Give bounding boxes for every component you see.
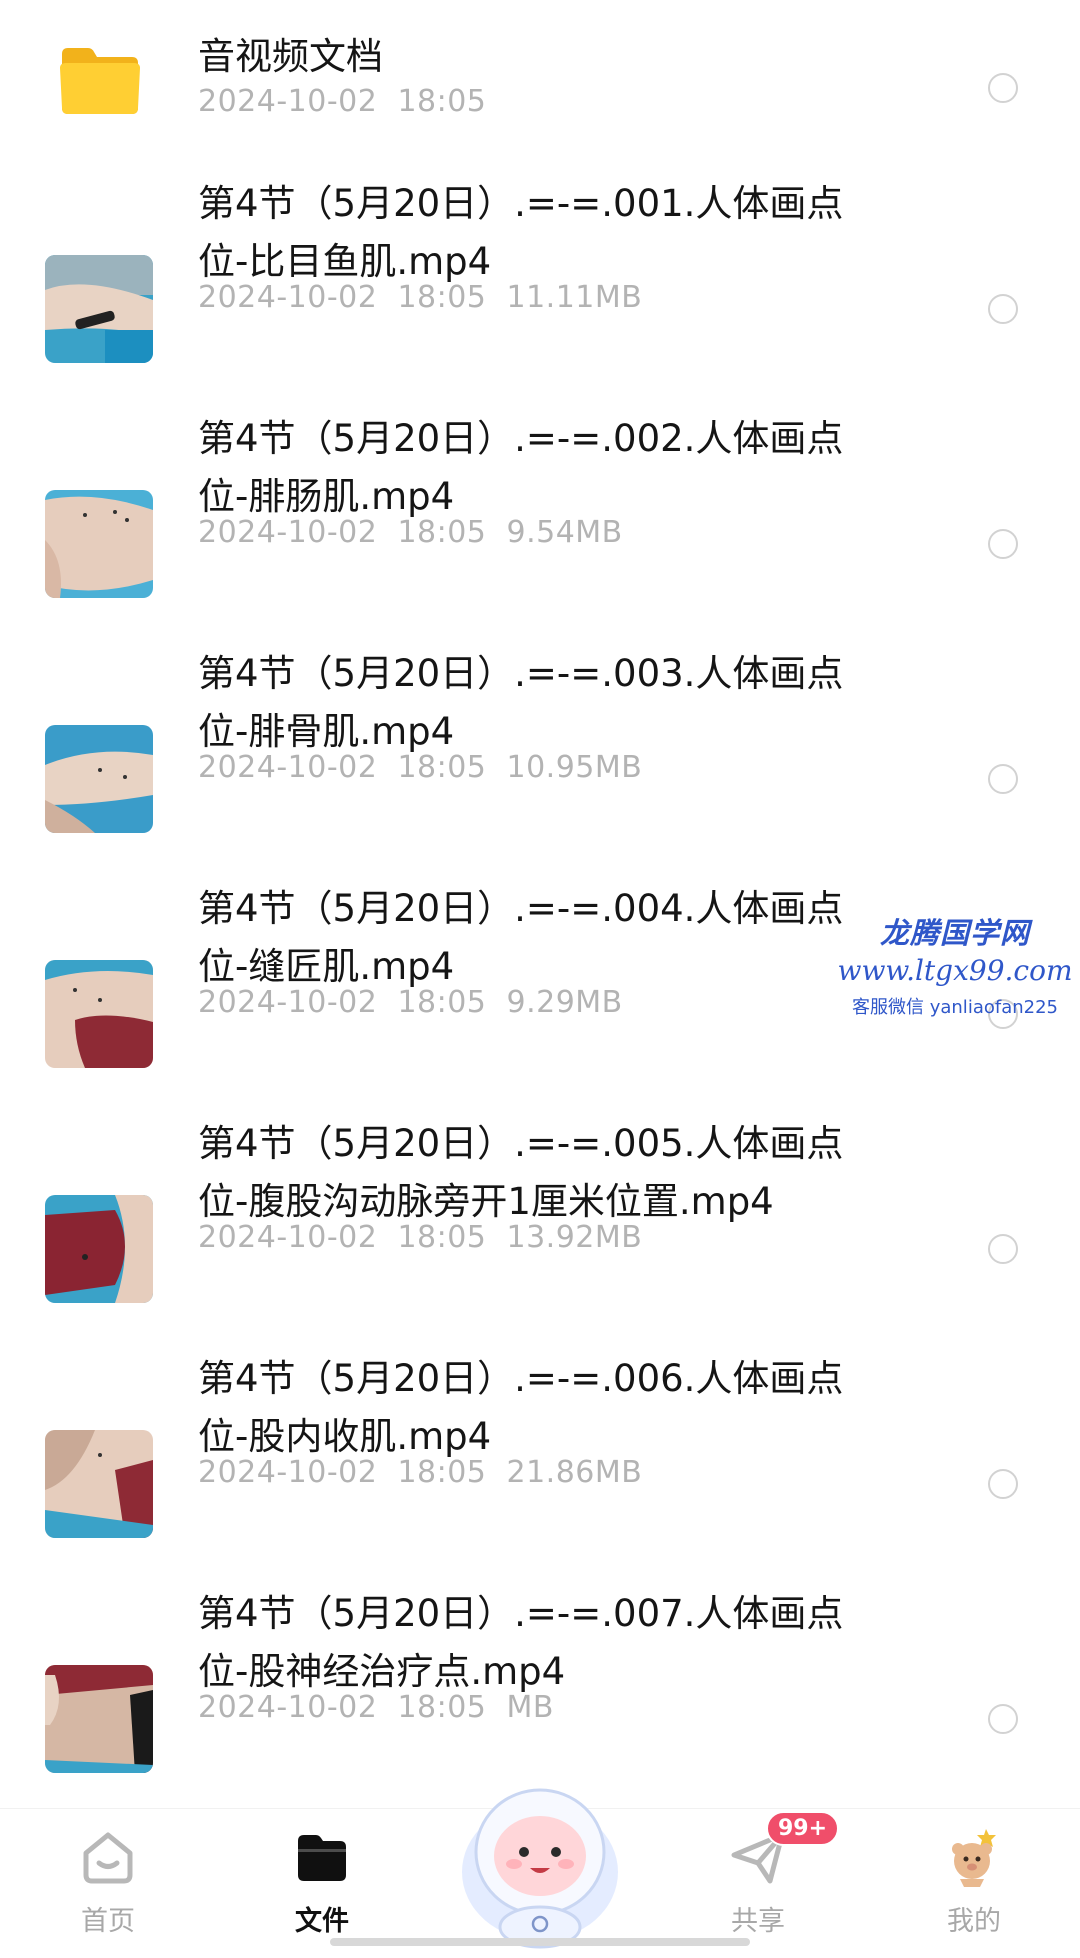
file-date: 2024-10-02: [198, 515, 378, 550]
select-radio[interactable]: [988, 73, 1018, 103]
list-item-file[interactable]: 第4节（5月20日）.=-=.003.人体画点位-腓骨肌.mp4 2024-10…: [0, 645, 1080, 835]
file-time: 18:05: [397, 1220, 487, 1255]
select-radio[interactable]: [988, 1234, 1018, 1264]
file-time: 18:05: [397, 84, 487, 119]
file-meta: 2024-10-02 18:05 11.11MB: [198, 280, 642, 315]
file-name: 第4节（5月20日）.=-=.005.人体画点位-腹股沟动脉旁开1厘米位置.mp…: [198, 1122, 844, 1223]
list-item-file[interactable]: 第4节（5月20日）.=-=.006.人体画点位-股内收肌.mp4 2024-1…: [0, 1350, 1080, 1540]
video-thumbnail: [45, 960, 153, 1068]
list-item-file[interactable]: 第4节（5月20日）.=-=.001.人体画点位-比目鱼肌.mp4 2024-1…: [0, 175, 1080, 365]
file-meta: 2024-10-02 18:05 10.95MB: [198, 750, 642, 785]
file-size: 9.54MB: [506, 515, 623, 550]
file-meta: 2024-10-02 18:05 9.54MB: [198, 515, 623, 550]
file-name: 第4节（5月20日）.=-=.006.人体画点位-股内收肌.mp4: [198, 1357, 844, 1458]
select-radio[interactable]: [988, 294, 1018, 324]
file-size: 10.95MB: [506, 750, 643, 785]
file-name: 第4节（5月20日）.=-=.007.人体画点位-股神经治疗点.mp4: [198, 1592, 844, 1693]
select-radio[interactable]: [988, 1469, 1018, 1499]
file-date: 2024-10-02: [198, 1455, 378, 1490]
nav-files-label: 文件: [295, 1906, 349, 1937]
file-date: 2024-10-02: [198, 84, 378, 119]
file-time: 18:05: [397, 515, 487, 550]
file-size: 11.11MB: [506, 280, 643, 315]
watermark-contact: 客服微信 yanliaofan225: [852, 997, 1058, 1018]
nav-home-label: 首页: [81, 1906, 135, 1937]
file-meta: 2024-10-02 18:05 MB: [198, 1690, 554, 1725]
file-meta: 2024-10-02 18:05: [198, 84, 486, 119]
file-name: 音视频文档: [198, 35, 383, 78]
nav-share[interactable]: 99+ 共享: [688, 1811, 840, 1938]
file-meta: 2024-10-02 18:05 13.92MB: [198, 1220, 642, 1255]
list-item-file[interactable]: 第4节（5月20日）.=-=.007.人体画点位-股神经治疗点.mp4 2024…: [0, 1585, 1080, 1775]
file-time: 18:05: [397, 750, 487, 785]
nav-home[interactable]: 首页: [38, 1825, 178, 1938]
screen: 音视频文档 2024-10-02 18:05 第4节（5月20日）.=-=.00…: [0, 0, 1080, 1958]
file-meta: 2024-10-02 18:05 9.29MB: [198, 985, 623, 1020]
file-name: 第4节（5月20日）.=-=.003.人体画点位-腓骨肌.mp4: [198, 652, 844, 753]
file-size: 9.29MB: [506, 985, 623, 1020]
file-name: 第4节（5月20日）.=-=.002.人体画点位-腓肠肌.mp4: [198, 417, 844, 518]
file-size: 21.86MB: [506, 1455, 643, 1490]
file-date: 2024-10-02: [198, 1220, 378, 1255]
folder-icon: [298, 1835, 346, 1881]
file-time: 18:05: [397, 1455, 487, 1490]
watermark-title: 龙腾国学网: [879, 916, 1030, 950]
video-thumbnail: [45, 1195, 153, 1303]
home-indicator: [330, 1938, 750, 1946]
select-radio[interactable]: [988, 529, 1018, 559]
video-thumbnail: [45, 490, 153, 598]
file-name: 第4节（5月20日）.=-=.004.人体画点位-缝匠肌.mp4: [198, 887, 844, 988]
file-meta: 2024-10-02 18:05 21.86MB: [198, 1455, 642, 1490]
file-date: 2024-10-02: [198, 985, 378, 1020]
video-thumbnail: [45, 1665, 153, 1773]
folder-icon: [58, 44, 140, 116]
watermark: 龙腾国学网 www.ltgx99.com 客服微信 yanliaofan225: [830, 910, 1080, 1019]
select-radio[interactable]: [988, 1704, 1018, 1734]
watermark-url: www.ltgx99.com: [837, 954, 1073, 987]
share-badge: 99+: [766, 1811, 840, 1846]
nav-files[interactable]: 文件: [252, 1825, 392, 1938]
file-size: 13.92MB: [506, 1220, 643, 1255]
list-item-folder[interactable]: 音视频文档 2024-10-02 18:05: [0, 0, 1080, 160]
file-time: 18:05: [397, 1690, 487, 1725]
list-item-file[interactable]: 第4节（5月20日）.=-=.005.人体画点位-腹股沟动脉旁开1厘米位置.mp…: [0, 1115, 1080, 1305]
list-item-file[interactable]: 第4节（5月20日）.=-=.002.人体画点位-腓肠肌.mp4 2024-10…: [0, 410, 1080, 600]
video-thumbnail: [45, 725, 153, 833]
nav-mine-label: 我的: [947, 1906, 1001, 1937]
file-date: 2024-10-02: [198, 280, 378, 315]
file-date: 2024-10-02: [198, 1690, 378, 1725]
file-date: 2024-10-02: [198, 750, 378, 785]
file-time: 18:05: [397, 985, 487, 1020]
file-time: 18:05: [397, 280, 487, 315]
select-radio[interactable]: [988, 764, 1018, 794]
video-thumbnail: [45, 1430, 153, 1538]
home-icon: [83, 1832, 133, 1884]
file-size: MB: [506, 1690, 554, 1725]
mascot-icon[interactable]: [430, 1752, 650, 1952]
video-thumbnail: [45, 255, 153, 363]
profile-avatar-icon: [952, 1829, 996, 1887]
nav-share-label: 共享: [731, 1906, 785, 1937]
nav-mine[interactable]: 我的: [904, 1825, 1044, 1938]
file-name: 第4节（5月20日）.=-=.001.人体画点位-比目鱼肌.mp4: [198, 182, 844, 283]
